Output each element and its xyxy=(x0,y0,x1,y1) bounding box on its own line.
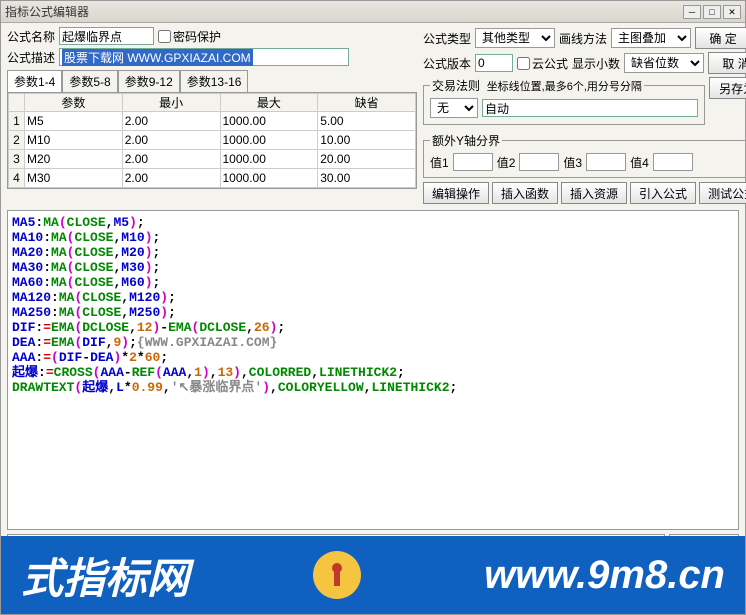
banner-right-text: www.9m8.cn xyxy=(484,553,725,598)
type-select[interactable]: 其他类型 xyxy=(475,28,555,48)
minimize-icon[interactable]: ─ xyxy=(683,5,701,19)
footer-banner: 式指标网 www.9m8.cn xyxy=(1,536,745,614)
param-min-input[interactable] xyxy=(123,112,220,130)
param-name-input[interactable] xyxy=(25,169,122,187)
close-icon[interactable]: ✕ xyxy=(723,5,741,19)
insert-res-button[interactable]: 插入资源 xyxy=(561,182,627,204)
type-label: 公式类型 xyxy=(423,30,471,47)
ok-button[interactable]: 确 定 xyxy=(695,27,746,49)
trade-none-select[interactable]: 无 xyxy=(430,98,478,118)
desc-input[interactable]: 股票下载网 WWW.GPXIAZAI.COM xyxy=(59,48,349,66)
param-def-input[interactable] xyxy=(318,169,415,187)
banner-logo-icon xyxy=(313,551,361,599)
ver-input[interactable] xyxy=(475,54,513,72)
param-min-input[interactable] xyxy=(123,169,220,187)
tab-params-1-4[interactable]: 参数1-4 xyxy=(7,70,62,92)
draw-label: 画线方法 xyxy=(559,30,607,47)
insert-fn-button[interactable]: 插入函数 xyxy=(492,182,558,204)
table-row: 3 xyxy=(9,150,416,169)
param-name-input[interactable] xyxy=(25,131,122,149)
desc-label: 公式描述 xyxy=(7,49,55,66)
param-table: 参数 最小 最大 缺省 1 2 3 4 xyxy=(7,92,417,189)
tab-params-9-12[interactable]: 参数9-12 xyxy=(118,70,180,92)
val2-input[interactable] xyxy=(519,153,559,171)
code-editor[interactable]: MA5:MA(CLOSE,M5);MA10:MA(CLOSE,M10);MA20… xyxy=(7,210,739,530)
tab-params-13-16[interactable]: 参数13-16 xyxy=(180,70,249,92)
param-max-input[interactable] xyxy=(221,169,318,187)
param-def-input[interactable] xyxy=(318,150,415,168)
param-min-input[interactable] xyxy=(123,131,220,149)
ver-label: 公式版本 xyxy=(423,55,471,72)
banner-left-text: 式指标网 xyxy=(21,545,189,606)
maximize-icon[interactable]: □ xyxy=(703,5,721,19)
cancel-button[interactable]: 取 消 xyxy=(708,52,746,74)
test-button[interactable]: 测试公式 xyxy=(699,182,746,204)
dec-label: 显示小数 xyxy=(572,55,620,72)
window-title: 指标公式编辑器 xyxy=(5,3,89,20)
dec-select[interactable]: 缺省位数 xyxy=(624,53,704,73)
edit-ops-button[interactable]: 编辑操作 xyxy=(423,182,489,204)
trade-auto-input[interactable] xyxy=(482,99,698,117)
param-name-input[interactable] xyxy=(25,112,122,130)
param-def-input[interactable] xyxy=(318,131,415,149)
table-row: 2 xyxy=(9,131,416,150)
table-row: 1 xyxy=(9,112,416,131)
val1-input[interactable] xyxy=(453,153,493,171)
param-def-input[interactable] xyxy=(318,112,415,130)
param-name-input[interactable] xyxy=(25,150,122,168)
name-label: 公式名称 xyxy=(7,28,55,45)
tab-params-5-8[interactable]: 参数5-8 xyxy=(62,70,117,92)
draw-select[interactable]: 主图叠加 xyxy=(611,28,691,48)
cloud-checkbox[interactable]: 云公式 xyxy=(517,55,568,72)
saveas-button[interactable]: 另存为 xyxy=(709,77,746,99)
param-max-input[interactable] xyxy=(221,131,318,149)
param-min-input[interactable] xyxy=(123,150,220,168)
val3-input[interactable] xyxy=(586,153,626,171)
trade-legend: 交易法则 坐标线位置,最多6个,用分号分隔 xyxy=(430,77,644,94)
editor-window: 指标公式编辑器 ─ □ ✕ 公式名称 密码保护 公式描述 股票下载网 WWW xyxy=(0,0,746,615)
import-button[interactable]: 引入公式 xyxy=(630,182,696,204)
extra-axis-legend: 额外Y轴分界 xyxy=(430,132,502,149)
titlebar: 指标公式编辑器 ─ □ ✕ xyxy=(1,1,745,23)
pwd-checkbox[interactable]: 密码保护 xyxy=(158,28,221,45)
table-row: 4 xyxy=(9,169,416,188)
name-input[interactable] xyxy=(59,27,154,45)
val4-input[interactable] xyxy=(653,153,693,171)
param-max-input[interactable] xyxy=(221,150,318,168)
param-max-input[interactable] xyxy=(221,112,318,130)
param-tabs: 参数1-4 参数5-8 参数9-12 参数13-16 xyxy=(7,70,417,92)
